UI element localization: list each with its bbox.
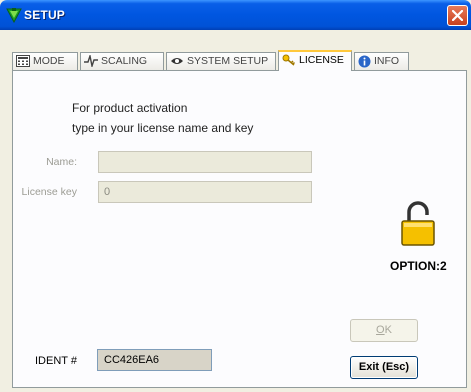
tab-scaling[interactable]: SCALING [80,52,164,70]
setup-window: SETUP MODE SCALING SYSTEM SETUP LICENSE … [0,0,471,392]
close-icon [452,10,463,21]
ok-button[interactable]: OK [350,319,418,342]
tab-mode-label: MODE [33,55,65,68]
instruction-line-2: type in your license name and key [72,121,254,135]
window-title: SETUP [24,8,66,22]
key-icon [282,54,296,66]
ok-label: K [384,324,392,336]
eye-icon [171,58,183,65]
close-button[interactable] [447,5,468,26]
instruction-line-1: For product activation [72,101,188,115]
waveform-icon [84,55,98,68]
title-bar[interactable]: SETUP [0,0,471,30]
tab-mode[interactable]: MODE [12,52,78,70]
ok-mnemonic: O [376,324,385,336]
license-key-label: License key [21,186,77,198]
tab-system-setup[interactable]: SYSTEM SETUP [166,52,276,70]
license-panel: For product activation type in your lice… [12,70,467,388]
info-icon [358,55,371,68]
tab-info-label: INFO [374,55,400,68]
tab-system-setup-label: SYSTEM SETUP [187,55,269,68]
ident-label: IDENT # [35,355,77,367]
ident-value: CC426EA6 [97,349,212,371]
calculator-icon [16,55,30,68]
exit-button[interactable]: Exit (Esc) [350,356,418,379]
unlocked-padlock-icon [401,201,435,246]
tab-license[interactable]: LICENSE [278,50,352,71]
tab-license-label: LICENSE [299,54,344,67]
tab-scaling-label: SCALING [101,55,148,68]
license-key-field[interactable]: 0 [98,181,312,203]
dialog-client-area: MODE SCALING SYSTEM SETUP LICENSE INFO F… [4,30,467,388]
name-label: Name: [46,156,77,168]
name-field[interactable] [98,151,312,173]
tab-info[interactable]: INFO [354,52,409,70]
option-label: OPTION:2 [390,259,447,273]
app-icon [6,8,22,23]
